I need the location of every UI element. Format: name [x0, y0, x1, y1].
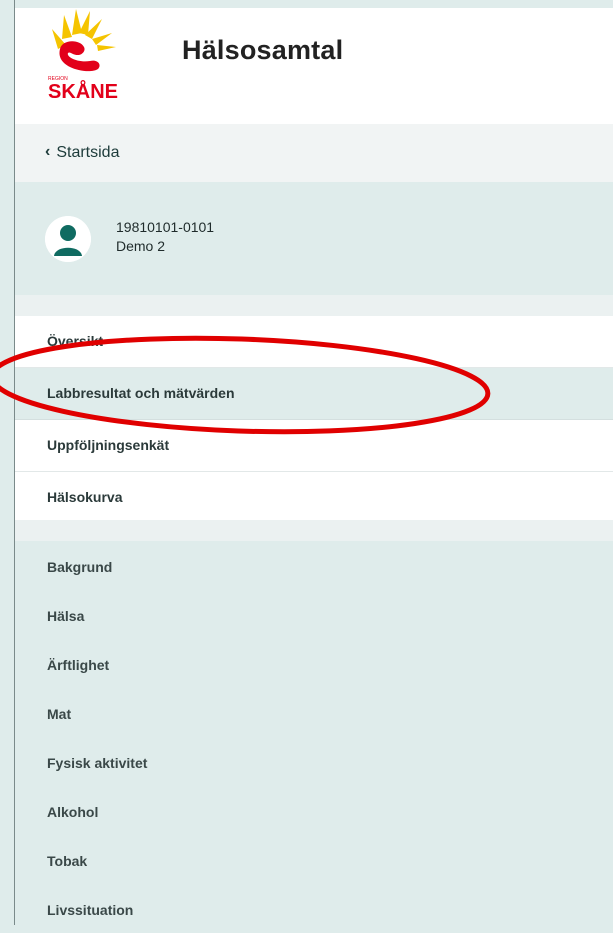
- section-item-label: Livssituation: [47, 902, 134, 918]
- section-item-label: Bakgrund: [47, 559, 113, 575]
- section-item-tobak[interactable]: Tobak: [15, 835, 613, 884]
- back-link-label: Startsida: [56, 144, 120, 161]
- back-bar: ‹ Startsida: [15, 124, 613, 182]
- divider: [15, 295, 613, 316]
- patient-id: 19810101-0101: [116, 219, 215, 235]
- nav-item-labbresultat[interactable]: Labbresultat och mätvärden: [15, 368, 613, 420]
- divider: [15, 520, 613, 541]
- patient-card: 19810101-0101 Demo 2: [15, 182, 613, 295]
- section-item-fysisk-aktivitet[interactable]: Fysisk aktivitet: [15, 737, 613, 786]
- section-item-label: Hälsa: [47, 608, 85, 624]
- nav-item-label: Hälsokurva: [47, 489, 123, 505]
- section-item-label: Fysisk aktivitet: [47, 755, 148, 771]
- left-border: [0, 0, 15, 925]
- section-item-label: Alkohol: [47, 804, 99, 820]
- logo-name: SKÅNE: [48, 79, 118, 101]
- section-item-label: Mat: [47, 706, 72, 722]
- chevron-left-icon: ‹: [45, 143, 51, 160]
- section-item-mat[interactable]: Mat: [15, 688, 613, 737]
- nav-item-uppfoljningsenkat[interactable]: Uppföljningsenkät: [15, 420, 613, 472]
- nav-item-label: Översikt: [47, 333, 104, 349]
- section-item-label: Tobak: [47, 853, 88, 869]
- nav-item-label: Uppföljningsenkät: [47, 437, 170, 453]
- section-nav: Bakgrund Hälsa Ärftlighet Mat Fysisk akt…: [15, 541, 613, 933]
- top-strip: [15, 0, 613, 8]
- section-item-bakgrund[interactable]: Bakgrund: [15, 541, 613, 590]
- primary-nav: Översikt Labbresultat och mätvärden Uppf…: [15, 316, 613, 524]
- patient-avatar-icon: [45, 216, 91, 262]
- patient-name: Demo 2: [116, 238, 166, 254]
- app-header: REGION SKÅNE Hälsosamtal: [15, 8, 613, 124]
- back-to-startsida-link[interactable]: ‹ Startsida: [45, 143, 120, 162]
- section-item-livssituation[interactable]: Livssituation: [15, 884, 613, 933]
- section-item-halsa[interactable]: Hälsa: [15, 590, 613, 639]
- section-item-alkohol[interactable]: Alkohol: [15, 786, 613, 835]
- nav-item-oversikt[interactable]: Översikt: [15, 316, 613, 368]
- region-skane-logo[interactable]: REGION SKÅNE: [42, 9, 122, 103]
- section-item-label: Ärftlighet: [47, 657, 110, 673]
- nav-item-halsokurva[interactable]: Hälsokurva: [15, 472, 613, 524]
- nav-item-label: Labbresultat och mätvärden: [47, 385, 235, 401]
- app-title: Hälsosamtal: [182, 35, 344, 65]
- section-item-arftlighet[interactable]: Ärftlighet: [15, 639, 613, 688]
